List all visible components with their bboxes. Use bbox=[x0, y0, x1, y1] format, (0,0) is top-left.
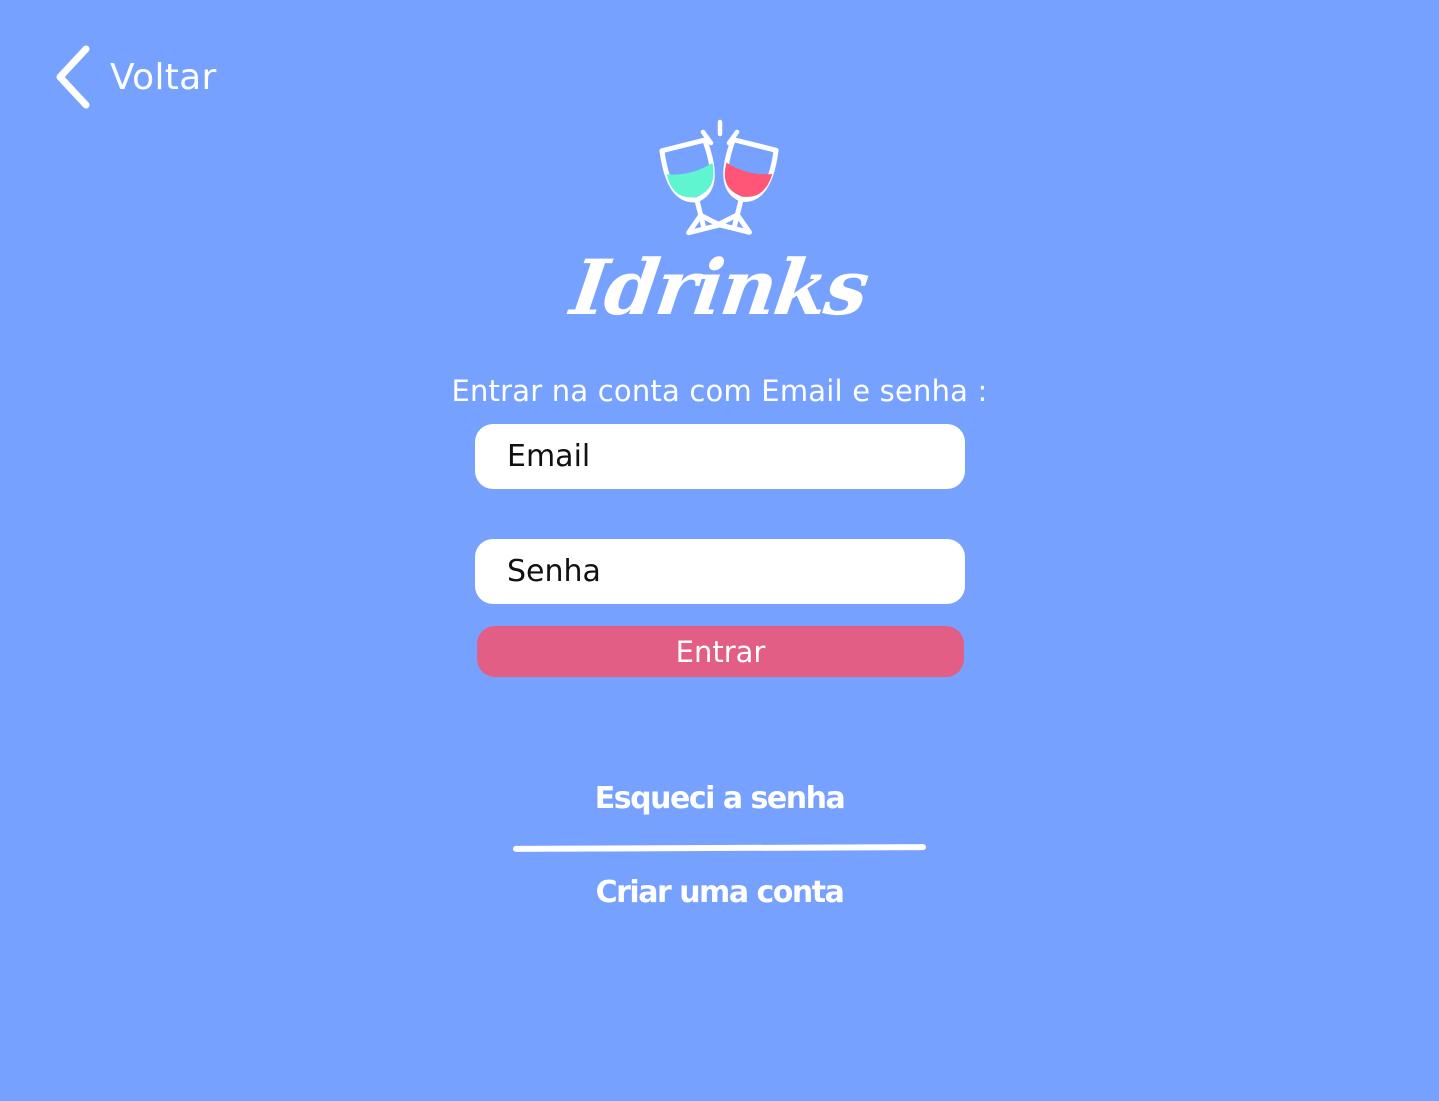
divider bbox=[512, 844, 927, 852]
forgot-password-link[interactable]: Esqueci a senha bbox=[0, 781, 1439, 816]
back-button[interactable]: Voltar bbox=[52, 44, 217, 110]
chevron-left-icon bbox=[52, 44, 92, 110]
logo-wordmark: Idrinks bbox=[566, 243, 873, 332]
login-button[interactable]: Entrar bbox=[477, 626, 964, 677]
email-input[interactable] bbox=[505, 438, 935, 475]
login-instruction: Entrar na conta com Email e senha : bbox=[451, 374, 988, 408]
email-field-container bbox=[475, 424, 965, 489]
create-account-link[interactable]: Criar uma conta bbox=[0, 875, 1439, 910]
app-logo: Idrinks bbox=[0, 116, 1439, 332]
password-input[interactable] bbox=[505, 553, 935, 590]
password-field-container bbox=[475, 539, 965, 604]
back-label: Voltar bbox=[110, 56, 217, 98]
toasting-glasses-icon bbox=[645, 116, 795, 248]
